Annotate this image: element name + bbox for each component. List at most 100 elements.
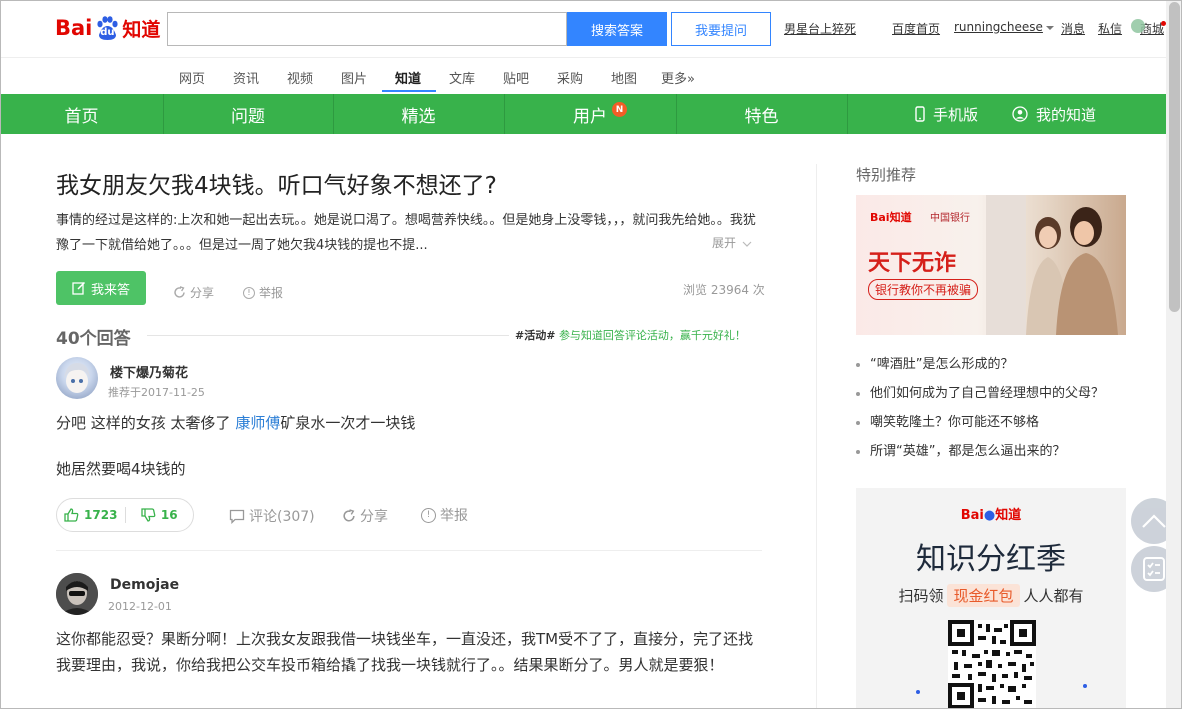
answer-date: 2012-12-01 [108, 600, 172, 613]
nav-users[interactable]: 用户 N [504, 94, 677, 134]
promo-logo-zhidao: 知道 [995, 508, 1022, 523]
subnav-news[interactable]: 资讯 [233, 68, 259, 87]
baidu-zhidao-logo[interactable]: Bai du 知道 [55, 11, 160, 45]
phone-icon [915, 106, 925, 122]
promo-card[interactable]: Bai●知道 知识分红季 扫码领 现金红包 人人都有 [856, 488, 1126, 709]
messages-link[interactable]: 消息 [1061, 20, 1085, 37]
username-menu[interactable]: runningcheese [954, 20, 1054, 34]
avatar[interactable] [56, 573, 98, 615]
recommend-item[interactable]: 嘲笑乾隆土？你可能还不够格 [856, 411, 1039, 430]
active-tab-indicator [382, 90, 436, 92]
answer-text-part2: 矿泉水一次才一块钱 [280, 414, 416, 432]
answer-date: 推荐于2017-11-25 [108, 386, 205, 399]
my-zhidao-label: 我的知道 [1036, 105, 1097, 124]
nav-home[interactable]: 首页 [0, 94, 164, 134]
subnav-web[interactable]: 网页 [179, 68, 205, 87]
share-icon [343, 509, 355, 522]
username-label: runningcheese [954, 20, 1043, 34]
bullet-icon [856, 420, 860, 425]
recommend-item-label: 嘲笑乾隆土？你可能还不够格 [870, 415, 1040, 430]
hot-news-link[interactable]: 男星台上猝死 [784, 20, 856, 37]
avatar[interactable] [56, 357, 98, 399]
recommend-item-label: 他们如何成为了自己曾经理想中的父母？ [870, 386, 1105, 401]
mobile-link[interactable]: 手机版 [915, 104, 978, 125]
promo-logo: Bai●知道 [856, 504, 1126, 523]
logo-zhidao: 知道 [122, 18, 161, 41]
ad-people-image [986, 195, 1118, 335]
answer-share-button[interactable]: 分享 [342, 506, 388, 526]
answer-divider [56, 550, 762, 551]
question-report-label: 举报 [259, 286, 284, 300]
recommend-item[interactable]: 他们如何成为了自己曾经理想中的父母？ [856, 382, 1104, 401]
subnav-purchase[interactable]: 采购 [557, 68, 583, 87]
recommend-item[interactable]: 所谓“英雄”，都是怎么逼出来的？ [856, 440, 1065, 459]
special-recommend-title: 特别推荐 [856, 166, 917, 184]
qr-code [948, 620, 1036, 709]
nav-users-label: 用户 [573, 106, 607, 127]
subnav-video[interactable]: 视频 [287, 68, 313, 87]
question-share-label: 分享 [190, 286, 215, 300]
nav-right-group: 手机版 我的知道 [847, 94, 1166, 134]
nav-special[interactable]: 特色 [676, 94, 848, 134]
decor-dot [916, 690, 920, 694]
alert-icon: ! [243, 286, 255, 299]
baidu-home-link[interactable]: 百度首页 [892, 20, 940, 37]
subnav-map[interactable]: 地图 [611, 68, 637, 87]
activity-text: 参与知道回答评论活动，赢千元好礼！ [558, 329, 746, 342]
answer-report-button[interactable]: ! 举报 [421, 505, 468, 525]
answer-count: 40个回答 [56, 329, 131, 349]
answerer-name[interactable]: 楼下爆乃菊花 [110, 362, 188, 381]
nav-questions[interactable]: 问题 [163, 94, 334, 134]
answer-button-label: 我来答 [90, 282, 130, 298]
search-button[interactable]: 搜索答案 [567, 12, 667, 46]
question-share-button[interactable]: 分享 [173, 284, 214, 301]
subnav-wenku[interactable]: 文库 [449, 68, 475, 87]
thumbs-down-icon [141, 508, 156, 522]
dislike-button[interactable]: 16 [126, 508, 194, 522]
question-report-button[interactable]: ! 举报 [243, 284, 283, 301]
checklist-icon [1143, 557, 1165, 581]
subnav-more[interactable]: 更多» [661, 68, 695, 87]
comment-count: 评论(307) [249, 509, 315, 525]
edit-icon [72, 281, 86, 295]
avatar-image [64, 363, 90, 393]
like-button[interactable]: 1723 [57, 508, 125, 522]
ad-banner[interactable]: Bai知道 中国银行 天下无诈 银行教你不再被骗 [856, 195, 1126, 335]
answer-keyword-link[interactable]: 康师傅 [235, 414, 280, 432]
promo-sub-right: 人人都有 [1023, 587, 1084, 605]
logo-du: du [100, 27, 115, 38]
search-input[interactable] [167, 12, 567, 46]
activity-banner[interactable]: #活动# 参与知道回答评论活动，赢千元好礼！ [515, 327, 746, 343]
expand-link[interactable]: 展开 [712, 234, 752, 251]
new-badge: N [612, 102, 627, 117]
answer-count-divider [147, 335, 509, 336]
alert-icon: ! [421, 507, 436, 523]
user-icon [1012, 106, 1028, 122]
my-zhidao-link[interactable]: 我的知道 [1012, 104, 1096, 125]
decor-dot [1083, 684, 1087, 688]
recommend-item[interactable]: “啤酒肚”是怎么形成的？ [856, 353, 1013, 372]
subnav-images[interactable]: 图片 [341, 68, 367, 87]
promo-title: 知识分红季 [916, 542, 1066, 577]
ask-question-button[interactable]: 我要提问 [671, 12, 771, 46]
answer-button[interactable]: 我来答 [56, 271, 146, 305]
question-description: 事情的经过是这样的:上次和她一起出去玩。。她是说口渴了。想喝营养快线。。但是她身… [56, 213, 756, 253]
answerer-name[interactable]: Demojae [110, 577, 179, 593]
scrollbar-thumb[interactable] [1169, 2, 1180, 312]
nav-featured[interactable]: 精选 [333, 94, 505, 134]
logo-bai: Bai [55, 16, 93, 40]
avatar-image [56, 573, 98, 615]
subnav-zhidao[interactable]: 知道 [395, 68, 421, 87]
answer-text: 分吧 这样的女孩 太奢侈了 康师傅矿泉水一次才一块钱 [56, 410, 415, 436]
subnav-tieba[interactable]: 贴吧 [503, 68, 529, 87]
main-nav-bar: 首页 问题 精选 用户 N 特色 手机版 我的知道 [0, 94, 1166, 134]
comment-icon [229, 509, 245, 524]
chevron-up-icon [1142, 514, 1166, 528]
column-divider [816, 164, 817, 709]
like-count: 1723 [84, 508, 118, 522]
private-message-link[interactable]: 私信 [1098, 20, 1122, 37]
paw-icon: ● [983, 508, 996, 523]
qr-code-image [948, 620, 1036, 709]
answer-text-line2: 她居然要喝4块钱的 [56, 460, 186, 478]
comment-button[interactable]: 评论(307) [229, 506, 315, 526]
